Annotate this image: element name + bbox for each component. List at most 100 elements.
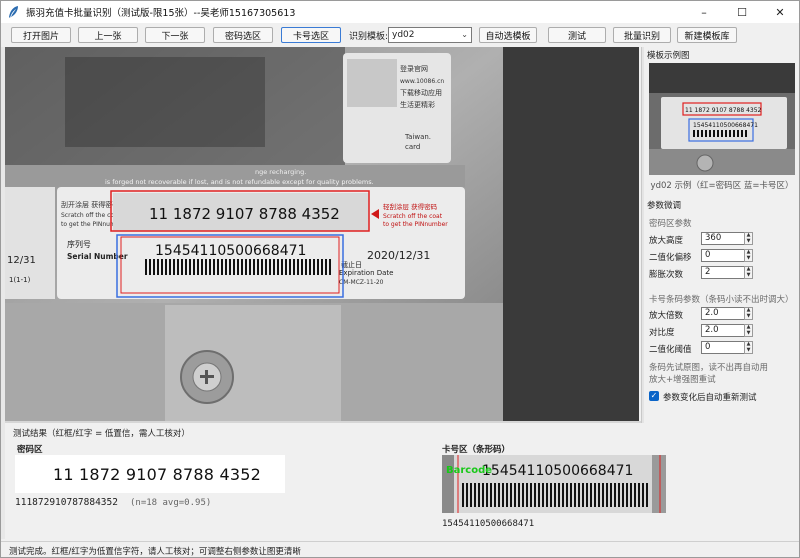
card-photo: 登录官网 www.10086.cn 下载移动应用 生活更精彩 Taiwan. c… (5, 47, 503, 421)
template-select-value: yd02 (392, 30, 415, 40)
spin-arrows-icon[interactable]: ▲ ▼ (744, 266, 753, 279)
batch-recognize-button[interactable]: 批量识别 (613, 27, 671, 43)
card-scratch-en1: Scratch off the coat (61, 212, 121, 219)
barcode-result-heading: 卡号区（条形码） (442, 445, 511, 455)
prev-image-button[interactable]: 上一张 (78, 27, 138, 43)
threshold-value: 0 (705, 342, 711, 352)
threshold-spinbox[interactable]: 0 ▲ ▼ (701, 341, 753, 354)
example-caption: yd02 示例（红=密码区 蓝=卡号区） (650, 181, 794, 191)
window-title: 振羽充值卡批量识别（测试版-限15张）--吴老师15167305613 (26, 8, 296, 19)
results-area: 测试结果（红框/红字 = 低置信，需人工核对） 密码区 11 1872 9107… (5, 423, 799, 539)
card-expiry-code: CM-MCZ-11-20 (339, 279, 384, 286)
status-text: 测试完成。红框/红字为低置信字符，请人工核对；可调整右侧参数让图更清晰 (9, 547, 301, 557)
param-label-threshold: 二值化阈值 (649, 345, 692, 355)
card-left-code: 1(1-1) (9, 276, 31, 284)
card-expiry-en: Expiration Date (339, 269, 394, 277)
param-label-binarize-offset: 二值化偏移 (649, 253, 692, 263)
maximize-button[interactable]: ☐ (723, 1, 761, 23)
results-title: 测试结果（红框/红字 = 低置信，需人工核对） (13, 429, 190, 439)
card-image-canvas[interactable]: 登录官网 www.10086.cn 下载移动应用 生活更精彩 Taiwan. c… (5, 47, 503, 421)
spin-arrows-icon[interactable]: ▲ ▼ (744, 232, 753, 245)
card-top-line-2: www.10086.cn (400, 78, 444, 85)
template-preview-photo: 11 1872 9107 8788 4352 15454110500668471 (649, 63, 795, 175)
next-image-button[interactable]: 下一张 (145, 27, 205, 43)
binarize-offset-spinbox[interactable]: 0 ▲ ▼ (701, 249, 753, 262)
password-result-value: 111872910787884352 (15, 497, 118, 508)
tune-heading: 参数微调 (647, 201, 682, 211)
card-top-line-1: 登录官网 (400, 64, 428, 73)
card-serial-en: Serial Number (67, 252, 128, 261)
minimize-button[interactable]: – (685, 1, 723, 23)
password-result-meta: (n=18 avg=0.95) (130, 498, 212, 508)
preview-serial-text: 15454110500668471 (693, 122, 758, 129)
card-taiwan-line-2: card (405, 143, 420, 151)
preview-password-text: 11 1872 9107 8788 4352 (685, 107, 762, 114)
card-expiry-cn: 截止日 (341, 260, 362, 269)
auto-retest-checkbox[interactable]: ✓ (649, 391, 659, 401)
password-crop-text: 11 1872 9107 8788 4352 (53, 464, 261, 484)
zoom-height-spinbox[interactable]: 360 ▲ ▼ (701, 232, 753, 245)
image-background-gap (503, 47, 639, 421)
status-bar: 测试完成。红框/红字为低置信字符，请人工核对；可调整右侧参数让图更清晰 (1, 541, 799, 557)
card-top-line-3: 下载移动应用 (400, 88, 442, 97)
auto-template-button[interactable]: 自动选模板 (479, 27, 537, 43)
password-result-heading: 密码区 (17, 445, 43, 455)
card-select-button[interactable]: 卡号选区 (281, 27, 341, 43)
spin-arrows-icon[interactable]: ▲ ▼ (744, 324, 753, 337)
barcode-crop-digits: 15454110500668471 (482, 463, 633, 479)
card-serial-text: 15454110500668471 (155, 243, 306, 259)
scale-value: 2.0 (705, 308, 719, 318)
card-left-date: 12/31 (7, 255, 36, 266)
spin-arrows-icon[interactable]: ▲ ▼ (744, 341, 753, 354)
card-disclaimer: is forged not recoverable if lost, and i… (105, 178, 374, 186)
spin-arrows-icon[interactable]: ▲ ▼ (744, 249, 753, 262)
card-barcode (143, 259, 333, 275)
card-scratch-right-en1: Scratch off the coat (383, 213, 443, 220)
binarize-offset-value: 0 (705, 250, 711, 260)
contrast-value: 2.0 (705, 325, 719, 335)
param-label-contrast: 对比度 (649, 328, 675, 338)
title-bar: 振羽充值卡批量识别（测试版-限15张）--吴老师15167305613 – ☐ … (1, 1, 799, 23)
dilate-count-value: 2 (705, 267, 711, 277)
template-select[interactable]: yd02 ⌄ (388, 27, 472, 43)
barcode-result-value: 15454110500668471 (442, 519, 535, 529)
card-taiwan-line-1: Taiwan. (404, 133, 431, 141)
barcode-params-heading: 卡号条码参数（条码小读不出时调大） (649, 295, 794, 305)
card-serial-cn: 序列号 (67, 239, 91, 249)
right-panel: 模板示例图 11 1872 9107 8788 4352 15454110500… (645, 47, 799, 417)
card-expiry-date: 2020/12/31 (367, 249, 430, 262)
scale-spinbox[interactable]: 2.0 ▲ ▼ (701, 307, 753, 320)
template-label: 识别模板: (349, 32, 389, 42)
param-label-scale: 放大倍数 (649, 311, 684, 321)
card-recharge-text: nge recharging. (255, 168, 306, 176)
test-button[interactable]: 测试 (548, 27, 606, 43)
card-scratch-right-en2: to get the PINnumber (383, 221, 448, 228)
card-scratch-right-cn: 轻刮涂层 获得密码 (383, 202, 438, 211)
password-select-button[interactable]: 密码选区 (213, 27, 273, 43)
feather-icon (9, 6, 18, 18)
password-crop-image: 11 1872 9107 8788 4352 (15, 455, 285, 493)
toolbar: 打开图片 上一张 下一张 密码选区 卡号选区 识别模板: yd02 ⌄ 自动选模… (1, 23, 799, 47)
example-heading: 模板示例图 (647, 51, 690, 61)
spin-arrows-icon[interactable]: ▲ ▼ (744, 307, 753, 320)
param-label-dilate-count: 膨胀次数 (649, 270, 684, 280)
open-image-button[interactable]: 打开图片 (11, 27, 71, 43)
hint-line-1: 条码先试原图，读不出再自动用 (649, 363, 769, 373)
card-top-line-4: 生活更精彩 (400, 100, 435, 109)
barcode-crop-photo: 15454110500668471 Barcode (442, 455, 666, 513)
new-template-library-button[interactable]: 新建模板库 (677, 27, 737, 43)
contrast-spinbox[interactable]: 2.0 ▲ ▼ (701, 324, 753, 337)
password-params-heading: 密码区参数 (649, 219, 692, 229)
dilate-count-spinbox[interactable]: 2 ▲ ▼ (701, 266, 753, 279)
close-button[interactable]: ✕ (761, 1, 799, 23)
auto-retest-label[interactable]: 参数变化后自动重新测试 (663, 391, 757, 403)
param-label-zoom-height: 放大高度 (649, 236, 684, 246)
barcode-overlay-label: Barcode (446, 465, 492, 476)
chevron-down-icon: ⌄ (461, 30, 468, 39)
barcode-crop-image: 15454110500668471 Barcode (442, 455, 666, 513)
app-window: 振羽充值卡批量识别（测试版-限15张）--吴老师15167305613 – ☐ … (0, 0, 800, 558)
card-password-text: 11 1872 9107 8788 4352 (149, 205, 340, 223)
zoom-height-value: 360 (705, 233, 722, 243)
hint-line-2: 放大+增强图重试 (649, 375, 716, 385)
template-preview-image: 11 1872 9107 8788 4352 15454110500668471 (649, 63, 795, 175)
